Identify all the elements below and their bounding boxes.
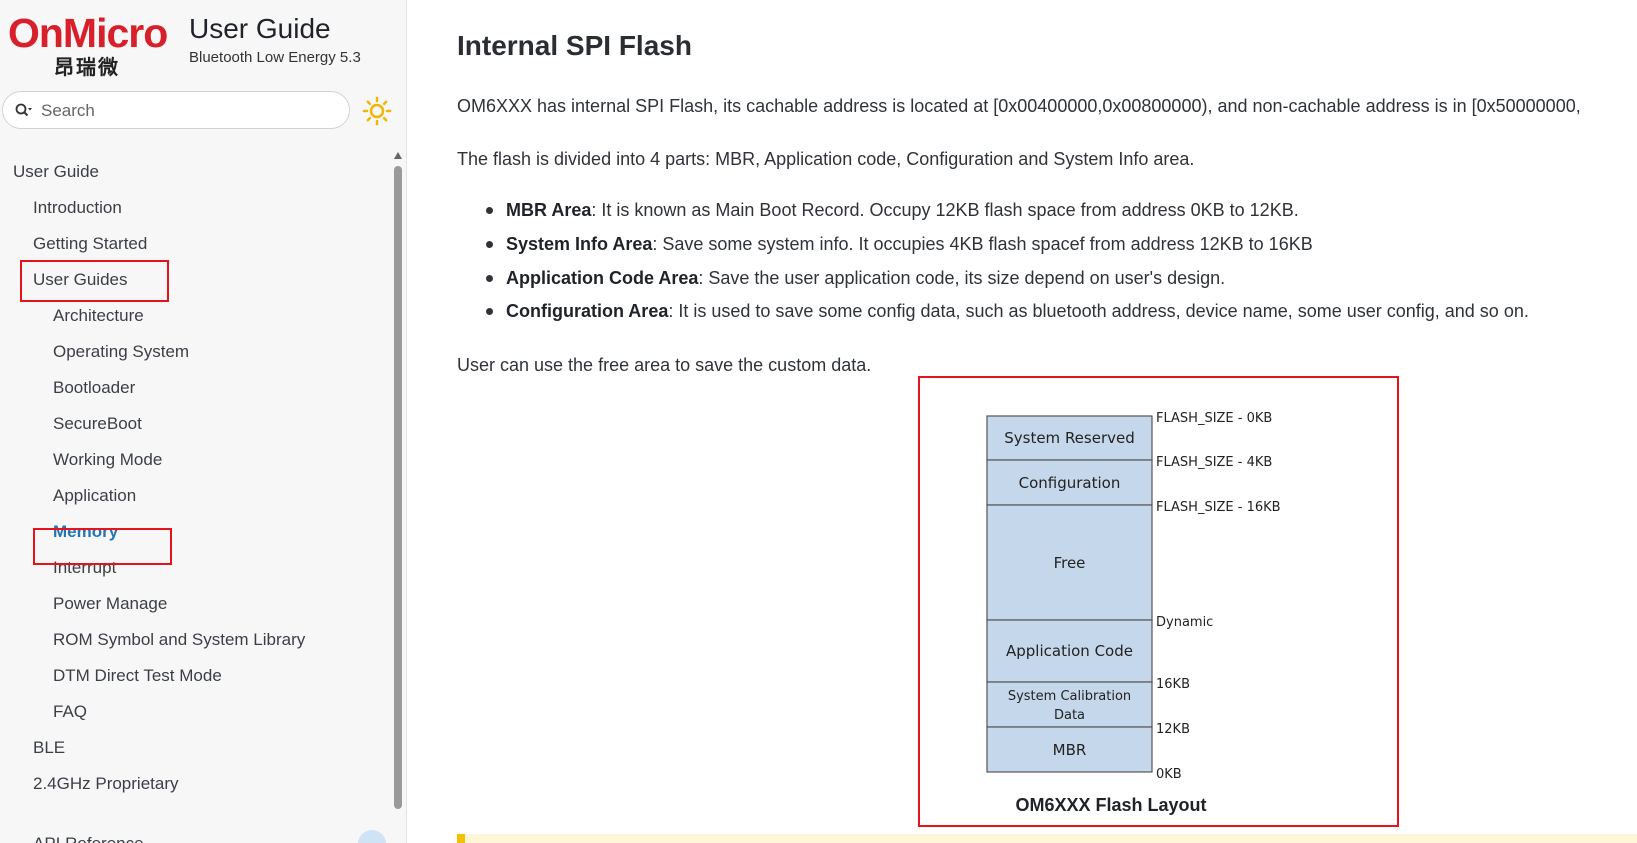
nav-item-api-reference[interactable]: API Reference — [33, 833, 144, 843]
nav-item-user-guide[interactable]: User Guide — [13, 161, 99, 183]
address-label: FLASH_SIZE - 0KB — [1156, 411, 1272, 426]
brand-logo[interactable]: OnMicro 昂瑞微 — [8, 10, 178, 79]
nav-item-user-guides[interactable]: User Guides — [33, 269, 127, 291]
scroll-up-arrow-icon[interactable] — [394, 152, 402, 159]
block-label: System Calibration — [1008, 689, 1131, 704]
note-admonition — [457, 834, 1637, 843]
list-item-term: Configuration Area — [506, 301, 669, 321]
flash-layout-diagram: System Reserved Configuration Free Appli… — [986, 411, 1281, 815]
nav-item-proprietary[interactable]: 2.4GHz Proprietary — [33, 773, 179, 795]
block-label: System Reserved — [1004, 429, 1135, 447]
block-label: Application Code — [1006, 642, 1133, 660]
nav-item-interrupt[interactable]: Interrupt — [53, 557, 116, 579]
nav-item-memory[interactable]: Memory — [53, 521, 118, 543]
list-item-text: : It is known as Main Boot Record. Occup… — [591, 200, 1299, 220]
address-label: FLASH_SIZE - 4KB — [1156, 455, 1272, 470]
nav-item-rom-symbol[interactable]: ROM Symbol and System Library — [53, 629, 305, 651]
main-content: Internal SPI Flash OM6XXX has internal S… — [406, 0, 1637, 843]
scrollbar-thumb[interactable] — [394, 166, 402, 809]
page-title: Internal SPI Flash — [457, 30, 692, 61]
logo-chinese-text: 昂瑞微 — [54, 55, 120, 79]
list-item-text: : Save some system info. It occupies 4KB… — [652, 234, 1313, 254]
nav-item-faq[interactable]: FAQ — [53, 701, 87, 723]
address-label: Dynamic — [1156, 615, 1213, 630]
back-to-top-button[interactable] — [358, 830, 386, 843]
site-subtitle: Bluetooth Low Energy 5.3 — [189, 49, 361, 66]
address-label: 0KB — [1156, 767, 1182, 782]
nav-item-architecture[interactable]: Architecture — [53, 305, 144, 327]
nav-item-dtm[interactable]: DTM Direct Test Mode — [53, 665, 222, 687]
divided-paragraph: The flash is divided into 4 parts: MBR, … — [457, 149, 1195, 169]
nav-item-introduction[interactable]: Introduction — [33, 197, 122, 219]
list-item-text: : It is used to save some config data, s… — [668, 301, 1529, 321]
list-item-term: System Info Area — [506, 234, 653, 254]
list-item-term: Application Code Area — [506, 268, 699, 288]
address-label: FLASH_SIZE - 16KB — [1156, 500, 1281, 515]
figure-caption: OM6XXX Flash Layout — [1015, 795, 1206, 815]
sun-icon — [362, 96, 392, 126]
block-label: Configuration — [1019, 474, 1121, 492]
nav-item-working-mode[interactable]: Working Mode — [53, 449, 162, 471]
nav-item-application[interactable]: Application — [53, 485, 136, 507]
nav-item-power-manage[interactable]: Power Manage — [53, 593, 167, 615]
block-label: MBR — [1053, 741, 1087, 759]
sidebar-scrollbar[interactable] — [392, 152, 404, 843]
nav-item-getting-started[interactable]: Getting Started — [33, 233, 147, 255]
list-item-term: MBR Area — [506, 200, 592, 220]
nav-item-secureboot[interactable]: SecureBoot — [53, 413, 142, 435]
free-area-paragraph: User can use the free area to save the c… — [457, 355, 872, 375]
theme-toggle-button[interactable] — [362, 96, 392, 126]
nav-item-ble[interactable]: BLE — [33, 737, 65, 759]
site-title[interactable]: User Guide — [189, 12, 331, 46]
block-label: Free — [1054, 554, 1086, 572]
nav-item-bootloader[interactable]: Bootloader — [53, 377, 135, 399]
search-box[interactable] — [2, 91, 350, 129]
nav-item-operating-system[interactable]: Operating System — [53, 341, 189, 363]
logo-text: OnMicro — [8, 10, 168, 56]
address-label: 16KB — [1156, 677, 1190, 692]
address-label: 12KB — [1156, 722, 1190, 737]
search-input[interactable] — [39, 98, 343, 124]
block-label: Data — [1054, 708, 1085, 723]
search-icon — [15, 103, 32, 117]
sidebar: OnMicro 昂瑞微 User Guide Bluetooth Low Ene… — [0, 0, 407, 843]
list-item-text: : Save the user application code, its si… — [698, 268, 1226, 288]
intro-paragraph: OM6XXX has internal SPI Flash, its cacha… — [457, 96, 1581, 116]
